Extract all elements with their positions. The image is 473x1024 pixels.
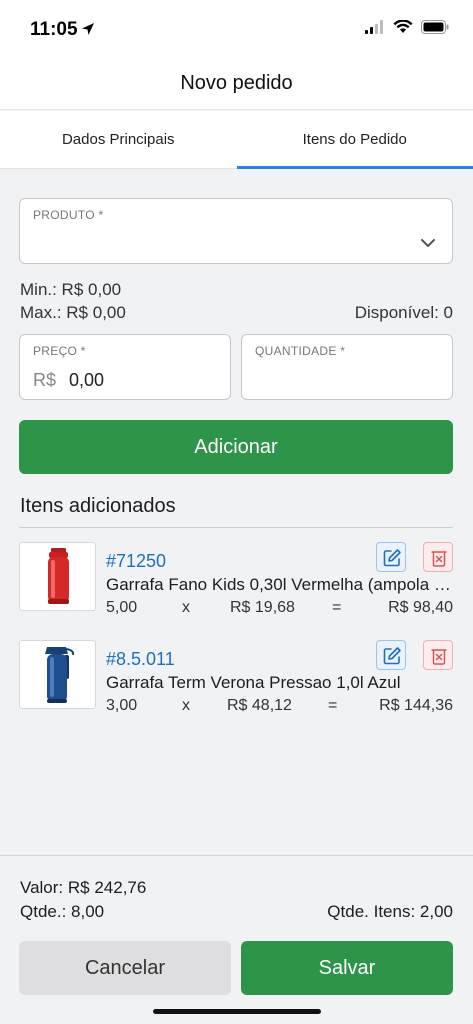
home-indicator — [153, 1009, 321, 1014]
nav-header: Novo pedido — [0, 60, 473, 110]
price-label: PREÇO * — [33, 344, 86, 358]
min-price: Min.: R$ 0,00 — [20, 280, 122, 299]
location-arrow-icon — [82, 23, 94, 35]
total-value: Valor: R$ 242,76 — [20, 878, 147, 897]
edit-icon — [383, 549, 401, 567]
battery-icon — [421, 20, 449, 34]
wifi-icon — [393, 20, 413, 33]
item-unit-price: R$ 48,12 — [227, 697, 292, 714]
status-indicators — [365, 20, 449, 34]
status-bar: 11:05 — [0, 0, 473, 60]
item-name: Garrafa Fano Kids 0,30l Vermelha (ampola… — [106, 575, 453, 594]
order-item: #71250 Garrafa Fano Kids 0,30l Vermelha … — [19, 542, 453, 622]
tab-itens-do-pedido[interactable]: Itens do Pedido — [236, 111, 473, 169]
order-item: #8.5.011 Garrafa Term Verona Pressao 1,0… — [19, 640, 453, 720]
total-quantity: Qtde.: 8,00 — [20, 902, 105, 921]
tab-bar: Dados Principais Itens do Pedido — [0, 111, 473, 169]
edit-icon — [383, 647, 401, 665]
delete-button[interactable] — [423, 640, 453, 670]
item-total: R$ 144,36 — [379, 697, 453, 714]
edit-button[interactable] — [376, 640, 406, 670]
delete-button[interactable] — [423, 542, 453, 572]
trash-icon — [431, 551, 447, 567]
product-select[interactable]: PRODUTO * — [19, 198, 453, 264]
save-button[interactable]: Salvar — [241, 941, 453, 995]
trash-icon — [431, 649, 447, 665]
quantity-field[interactable]: QUANTIDADE * — [241, 334, 453, 400]
equals-sign: = — [332, 599, 342, 616]
item-quantity: 3,00 — [106, 697, 138, 714]
page-title: Novo pedido — [180, 72, 293, 94]
cancel-button[interactable]: Cancelar — [19, 941, 231, 995]
total-items: Qtde. Itens: 2,00 — [327, 902, 453, 921]
item-code[interactable]: #71250 — [106, 551, 166, 572]
equals-sign: = — [328, 697, 338, 714]
available-stock: Disponível: 0 — [354, 303, 453, 322]
status-time: 11:05 — [30, 19, 78, 40]
item-code[interactable]: #8.5.011 — [106, 649, 175, 670]
item-name: Garrafa Term Verona Pressao 1,0l Azul — [106, 673, 401, 692]
item-total: R$ 98,40 — [388, 599, 453, 616]
max-price: Max.: R$ 0,00 — [20, 303, 126, 322]
product-thumbnail — [19, 542, 96, 611]
items-section-title: Itens adicionados — [20, 495, 176, 517]
add-button[interactable]: Adicionar — [19, 420, 453, 474]
times-sign: x — [182, 599, 190, 616]
times-sign: x — [182, 697, 190, 714]
chevron-down-icon — [421, 239, 435, 247]
thermos-image — [45, 647, 75, 703]
price-currency: R$ — [33, 370, 57, 390]
item-quantity: 5,00 — [106, 599, 138, 616]
tab-dados-principais[interactable]: Dados Principais — [0, 111, 237, 168]
quantity-label: QUANTIDADE * — [255, 344, 346, 358]
edit-button[interactable] — [376, 542, 406, 572]
section-divider — [19, 527, 453, 528]
bottle-image — [48, 548, 69, 604]
product-label: PRODUTO * — [33, 208, 104, 222]
signal-icon — [365, 20, 383, 34]
price-field[interactable]: PREÇO * R$ 0,00 — [19, 334, 231, 400]
item-unit-price: R$ 19,68 — [230, 599, 295, 616]
price-value: 0,00 — [69, 370, 105, 390]
product-thumbnail — [19, 640, 96, 709]
order-summary-footer: Valor: R$ 242,76 Qtde.: 8,00 Qtde. Itens… — [0, 855, 473, 1024]
